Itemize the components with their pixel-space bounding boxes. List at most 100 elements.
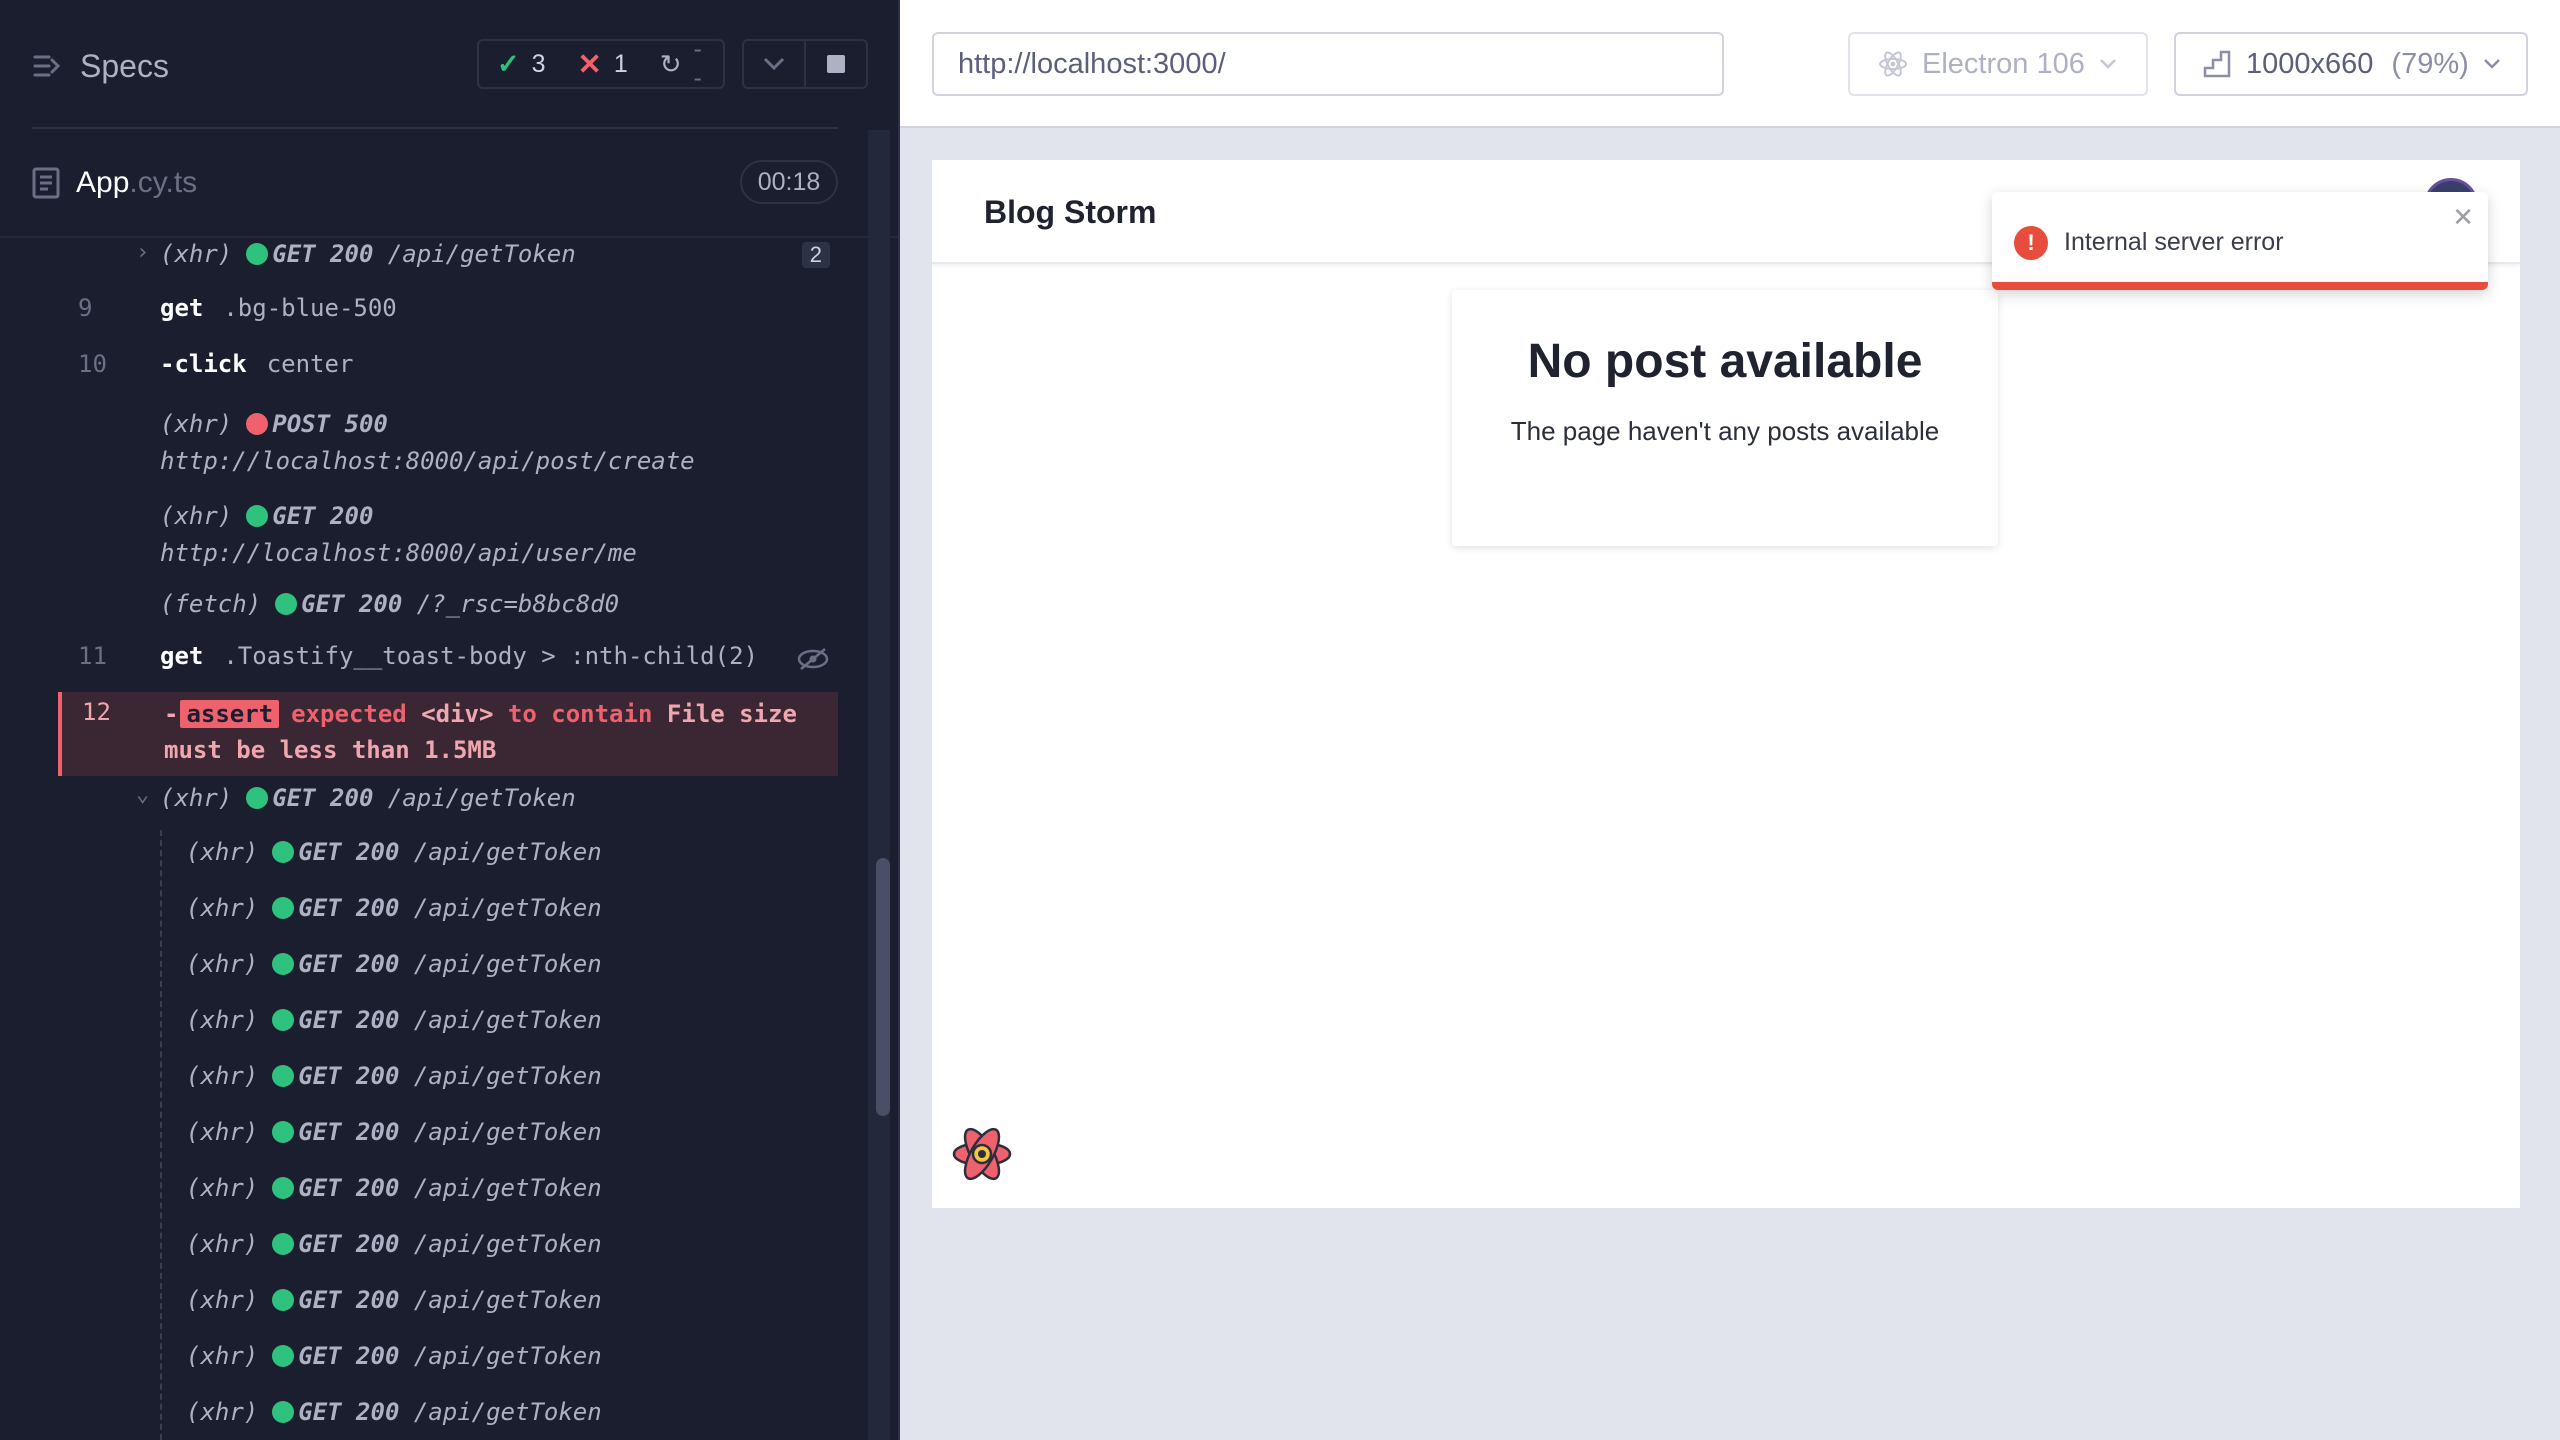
command-number: 10	[78, 350, 107, 378]
log-row-group[interactable]: › (xhr) GET 200 /api/getToken 2	[58, 240, 838, 274]
close-icon[interactable]: ✕	[2452, 202, 2474, 233]
request-url: /api/getToken	[413, 950, 602, 978]
status-dot-ok	[272, 953, 295, 975]
status-dot-ok	[272, 1009, 295, 1031]
assert-message: - assert expected <div> to contain File si…	[164, 696, 834, 768]
stop-icon	[827, 55, 845, 73]
spec-ext: .cy.ts	[129, 166, 198, 199]
log-row-request[interactable]: (xhr) GET 200 /api/getToken	[58, 838, 838, 872]
viewport-select[interactable]: 1000x660 (79%)	[2174, 32, 2528, 96]
document-icon	[32, 167, 60, 199]
assert-value: File size	[666, 700, 797, 728]
log-row-request[interactable]: (xhr) GET 200 /api/getToken	[58, 1062, 838, 1096]
chevron-down-icon	[2483, 59, 2500, 69]
chevron-down-icon	[763, 57, 785, 71]
command-name: get	[160, 294, 204, 322]
ruler-icon	[2203, 50, 2231, 78]
request-url: /api/getToken	[413, 1174, 602, 1202]
request-url: /api/getToken	[413, 1062, 602, 1090]
request-type: (xhr)	[160, 240, 233, 268]
run-controls	[742, 39, 868, 89]
log-row-request[interactable]: (fetch) GET 200 /?_rsc=b8bc8d0	[58, 590, 838, 624]
request-url: /api/getToken	[413, 1286, 602, 1314]
chevron-right-icon: ›	[136, 240, 150, 265]
request-type: (xhr)	[186, 1118, 259, 1146]
status-dot-ok	[272, 1233, 295, 1255]
log-row-request[interactable]: (xhr) POST 500 http://localhost:8000/api/…	[58, 406, 838, 480]
check-icon: ✓	[497, 48, 520, 79]
header-divider	[32, 127, 838, 129]
app-title[interactable]: Blog Storm	[984, 194, 1156, 231]
react-devtools-icon[interactable]	[950, 1122, 1014, 1186]
request-type: (xhr)	[186, 1006, 259, 1034]
log-row-request[interactable]: (xhr) GET 200 /api/getToken	[58, 1398, 838, 1432]
request-method: GET 200	[272, 240, 374, 268]
chevron-down-icon: ⌄	[136, 782, 150, 807]
log-row-request[interactable]: (xhr) GET 200 /api/getToken	[58, 894, 838, 928]
request-type: (xhr)	[186, 950, 259, 978]
request-method: GET 200	[298, 1006, 400, 1034]
log-row-request[interactable]: (xhr) GET 200 /api/getToken	[58, 1006, 838, 1040]
request-type: (xhr)	[160, 410, 233, 438]
status-dot-ok	[272, 1121, 295, 1143]
request-url: /api/getToken	[413, 1230, 602, 1258]
log-row-command[interactable]: 11 get .Toastify__toast-body > :nth-child…	[58, 642, 838, 676]
specs-title: Specs	[80, 47, 169, 84]
empty-state-card: No post available The page haven't any p…	[1452, 290, 1998, 546]
stop-button[interactable]	[804, 41, 866, 87]
status-dot-ok	[272, 897, 295, 919]
request-url: /api/getToken	[387, 784, 576, 812]
request-url: http://localhost:8000/api/post/create	[160, 447, 695, 475]
error-toast[interactable]: ! Internal server error ✕	[1992, 192, 2488, 290]
empty-state-subtitle: The page haven't any posts available	[1510, 416, 1940, 446]
request-url: /api/getToken	[413, 894, 602, 922]
request-method: GET 200	[298, 1398, 400, 1426]
browser-label: Electron 106	[1922, 47, 2085, 80]
log-gutter	[0, 238, 58, 1440]
log-row-request[interactable]: (xhr) GET 200 /api/getToken	[58, 1286, 838, 1320]
specs-toggle[interactable]: Specs	[32, 44, 169, 88]
log-row-request[interactable]: (xhr) GET 200 /api/getToken	[58, 1118, 838, 1152]
assert-value-cont: must be less than 1.5MB	[164, 736, 497, 764]
log-row-command[interactable]: 10 -click center	[58, 350, 838, 384]
browser-select[interactable]: Electron 106	[1848, 32, 2148, 96]
request-url: /api/getToken	[387, 240, 576, 268]
status-dot-error	[246, 413, 269, 435]
command-arg: center	[266, 350, 354, 378]
spec-name: App	[76, 166, 130, 199]
request-method: GET 200	[272, 502, 374, 530]
error-icon: !	[2014, 226, 2048, 260]
log-row-assert-failed[interactable]: 12 - assert expected <div> to contain File…	[58, 692, 838, 776]
request-type: (xhr)	[160, 502, 233, 530]
aut-panel: http://localhost:3000/ Electron 106 1000…	[900, 0, 2560, 1440]
request-method: GET 200	[298, 894, 400, 922]
status-dot-ok	[246, 243, 269, 265]
assert-dash: -	[164, 700, 179, 728]
log-row-command[interactable]: 9 get .bg-blue-500	[58, 294, 838, 328]
log-row-request[interactable]: (xhr) GET 200 /api/getToken	[58, 1230, 838, 1264]
log-scrollbar-thumb[interactable]	[876, 858, 890, 1116]
log-row-request[interactable]: (xhr) GET 200 /api/getToken	[58, 1174, 838, 1208]
failed-count: 1	[613, 49, 628, 78]
log-scrollbar[interactable]	[868, 130, 890, 1440]
status-dot-ok	[246, 505, 269, 527]
request-url: /api/getToken	[413, 1398, 602, 1426]
failed-stat: ✕ 1	[578, 47, 628, 82]
status-dot-ok	[272, 841, 295, 863]
eye-slash-icon[interactable]	[796, 646, 830, 672]
log-row-request[interactable]: (xhr) GET 200 /api/getToken	[58, 1342, 838, 1376]
log-row-group[interactable]: ⌄ (xhr) GET 200 /api/getToken	[58, 782, 838, 818]
expand-button[interactable]	[744, 41, 804, 87]
status-dot-ok	[272, 1065, 295, 1087]
log-row-request[interactable]: (xhr) GET 200 /api/getToken	[58, 950, 838, 984]
spec-file[interactable]: App.cy.ts	[32, 160, 197, 206]
command-arg: .bg-blue-500	[223, 294, 397, 322]
assert-subject: <div>	[421, 700, 494, 728]
app-iframe: Blog Storm No post available The page ha…	[932, 160, 2520, 1208]
command-number: 12	[82, 698, 111, 726]
request-type: (xhr)	[186, 1174, 259, 1202]
url-field[interactable]: http://localhost:3000/	[932, 32, 1724, 96]
viewport-size: 1000x660	[2246, 47, 2374, 80]
assert-op: to contain	[507, 700, 653, 728]
log-row-request[interactable]: (xhr) GET 200 http://localhost:8000/api/u…	[58, 498, 838, 572]
